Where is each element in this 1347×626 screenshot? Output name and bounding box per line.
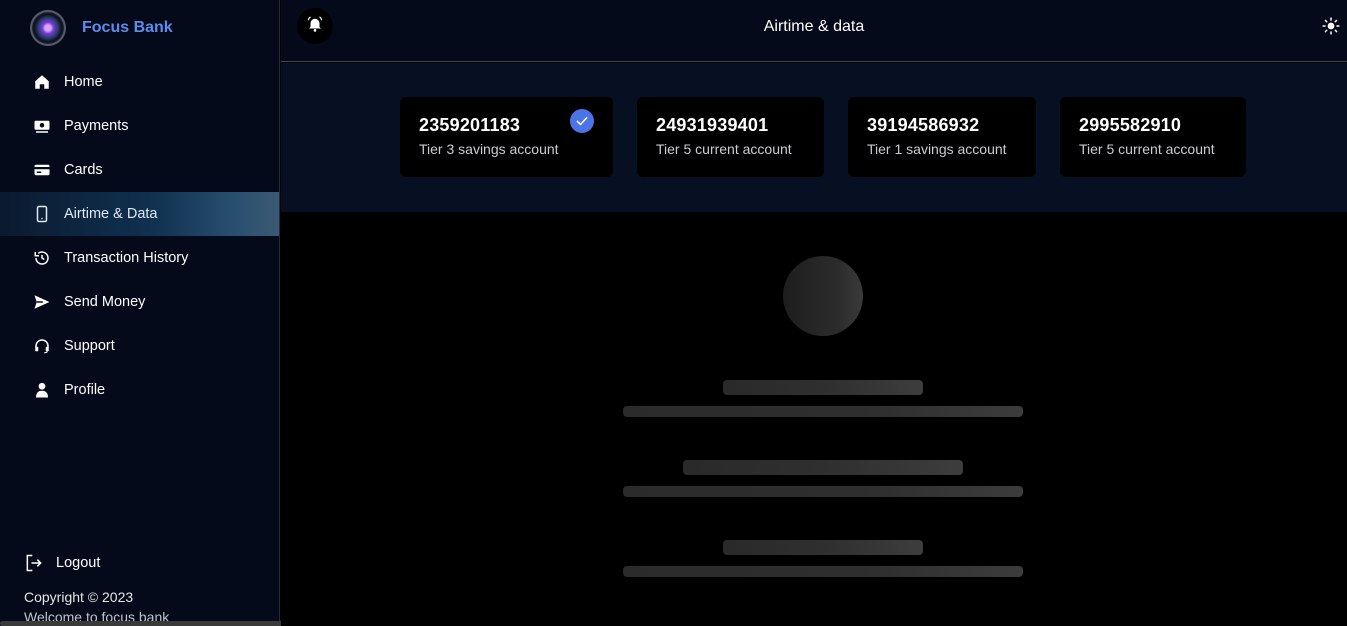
account-type: Tier 5 current account — [1079, 141, 1215, 157]
skeleton-bar — [683, 460, 963, 475]
logout-label: Logout — [56, 555, 101, 571]
sidebar-item-support[interactable]: Support — [0, 324, 279, 368]
skeleton-line — [623, 566, 1023, 577]
skeleton-bar — [723, 540, 923, 555]
theme-toggle-button[interactable] — [1321, 16, 1341, 40]
account-card[interactable]: 2359201183 Tier 3 savings account — [400, 97, 613, 177]
sidebar-item-home[interactable]: Home — [0, 60, 279, 104]
account-type: Tier 3 savings account — [419, 141, 559, 157]
copyright-text: Copyright © 2023 — [24, 589, 134, 605]
sidebar-item-label: Send Money — [64, 294, 146, 310]
skeleton-line — [623, 486, 1023, 497]
sidebar-item-label: Payments — [64, 118, 129, 134]
top-header: Airtime & data — [281, 0, 1347, 62]
account-type: Tier 5 current account — [656, 141, 792, 157]
account-number: 2995582910 — [1079, 115, 1182, 135]
sidebar-item-profile[interactable]: Profile — [0, 368, 279, 412]
sidebar-item-label: Support — [64, 338, 115, 354]
brand-name: Focus Bank — [82, 19, 173, 36]
send-icon — [32, 292, 52, 312]
sidebar-item-label: Home — [64, 74, 103, 90]
sidebar-item-transaction-history[interactable]: Transaction History — [0, 236, 279, 280]
user-icon — [32, 380, 52, 400]
account-number: 24931939401 — [656, 115, 769, 135]
brand[interactable]: Focus Bank — [30, 10, 173, 46]
phone-icon — [32, 204, 52, 224]
sidebar-item-cards[interactable]: Cards — [0, 148, 279, 192]
payments-icon — [32, 116, 52, 136]
sidebar-item-payments[interactable]: Payments — [0, 104, 279, 148]
loading-skeleton — [281, 212, 1347, 626]
sidebar-item-send-money[interactable]: Send Money — [0, 280, 279, 324]
card-icon — [32, 160, 52, 180]
skeleton-avatar — [783, 256, 863, 336]
page-title: Airtime & data — [763, 18, 865, 35]
history-icon — [32, 248, 52, 268]
home-icon — [32, 72, 52, 92]
sidebar-item-label: Profile — [64, 382, 106, 398]
brand-logo — [30, 10, 66, 46]
account-card[interactable]: 24931939401 Tier 5 current account — [637, 97, 824, 177]
sun-icon — [1322, 16, 1340, 40]
sidebar-item-label: Cards — [64, 162, 103, 178]
selected-check-icon — [570, 109, 594, 133]
account-number: 39194586932 — [867, 115, 980, 135]
sidebar-item-label: Transaction History — [64, 250, 189, 266]
sidebar-nav: Home Payments Cards Airtime & Data Trans… — [0, 60, 279, 412]
sidebar: Focus Bank Home Payments Cards Airtime &… — [0, 0, 280, 626]
headset-icon — [32, 336, 52, 356]
account-number: 2359201183 — [419, 115, 521, 135]
logout-button[interactable]: Logout — [24, 553, 100, 573]
account-type: Tier 1 savings account — [867, 141, 1007, 157]
skeleton-line — [623, 406, 1023, 417]
sidebar-item-airtime-data[interactable]: Airtime & Data — [0, 192, 279, 236]
logout-icon — [24, 553, 44, 573]
account-card[interactable]: 39194586932 Tier 1 savings account — [848, 97, 1036, 177]
account-card[interactable]: 2995582910 Tier 5 current account — [1060, 97, 1246, 177]
horizontal-scrollbar[interactable] — [0, 621, 302, 626]
skeleton-bar — [723, 380, 923, 395]
accounts-strip: 2359201183 Tier 3 savings account 249319… — [281, 63, 1347, 212]
sidebar-item-label: Airtime & Data — [64, 206, 158, 222]
